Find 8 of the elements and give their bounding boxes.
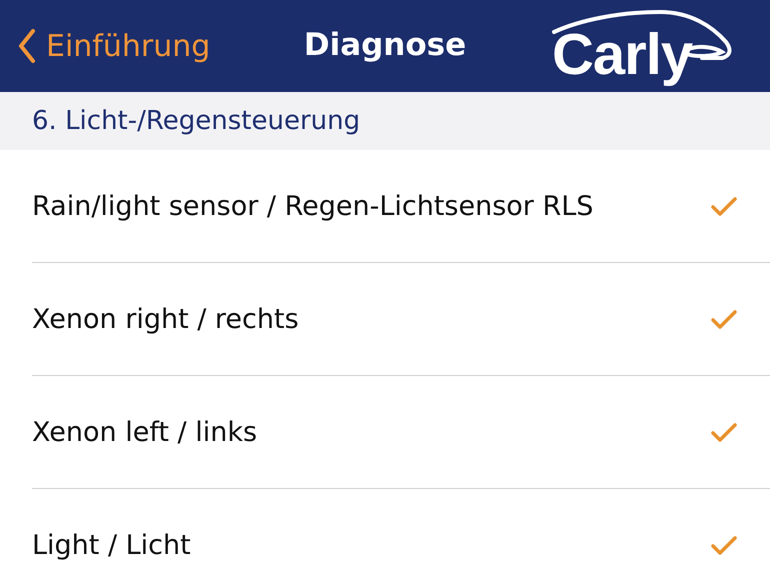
nav-title: Diagnose [302,27,468,63]
back-button[interactable]: Einführung [0,28,210,64]
list-item-label[interactable]: Rain/light sensor / Regen-Lichtsensor RLS [32,190,594,222]
list-item-label[interactable]: Xenon left / links [32,416,258,448]
section-title: 6. Licht-/Regensteuerung [32,106,360,136]
back-chevron-icon [18,29,36,63]
list-item-label[interactable]: Light / Licht [32,530,191,560]
list-item-label[interactable]: Xenon right / rechts [32,304,299,334]
